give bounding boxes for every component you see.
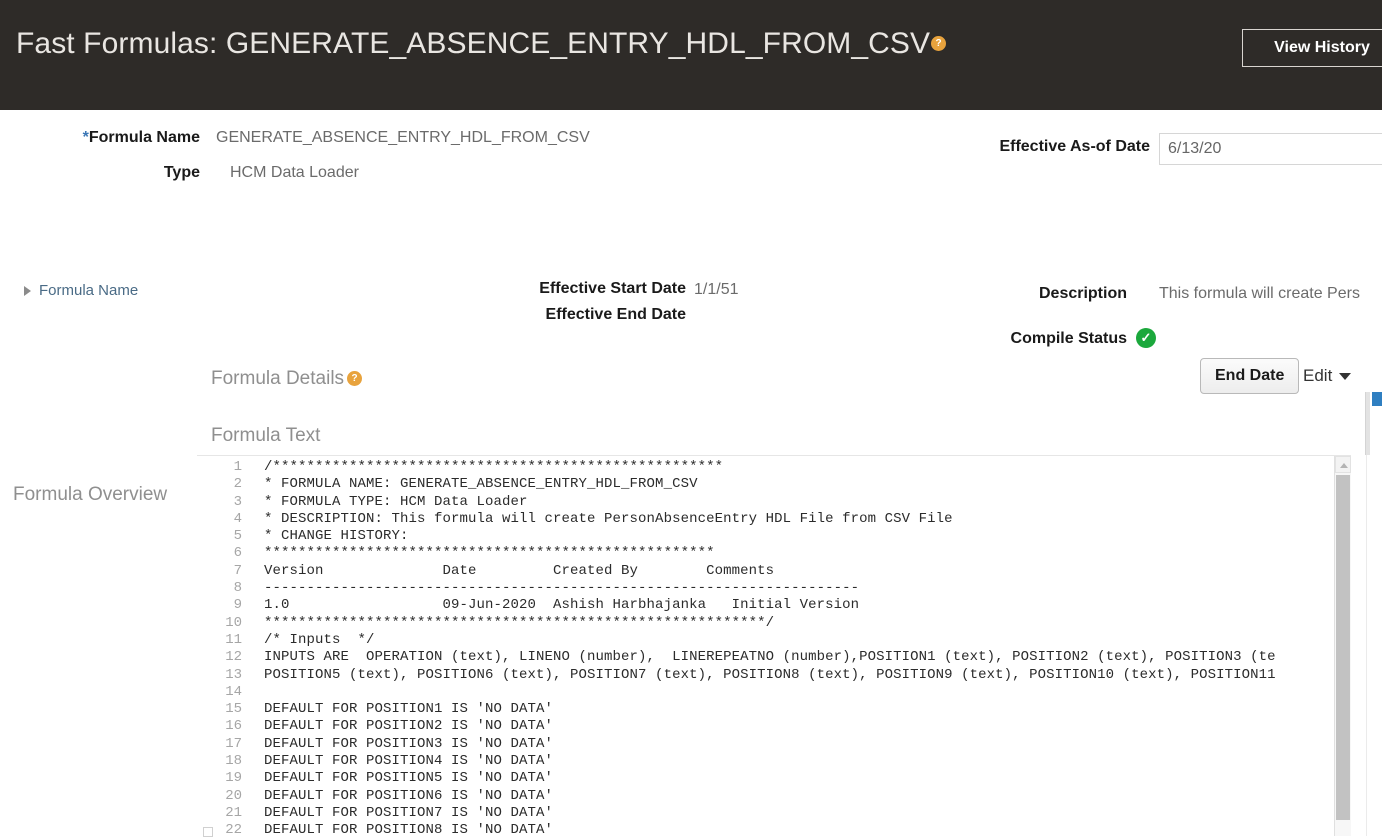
description-value: This formula will create Pers — [1159, 285, 1360, 302]
editor-code-line[interactable]: INPUTS ARE OPERATION (text), LINENO (num… — [264, 649, 1365, 666]
editor-line-number: 10 — [225, 614, 242, 631]
editor-line-number: 18 — [225, 753, 242, 770]
edit-menu-button[interactable]: Edit — [1303, 366, 1352, 386]
editor-line-number: 4 — [233, 510, 242, 527]
editor-line-number: 16 — [225, 718, 242, 735]
formula-name-label: *Formula Name — [0, 129, 200, 147]
editor-code-line[interactable]: * CHANGE HISTORY: — [264, 528, 1365, 545]
editor-line-number: 21 — [225, 804, 242, 821]
view-history-button[interactable]: View History — [1242, 29, 1382, 67]
editor-line-number: 6 — [233, 545, 242, 562]
effective-asof-date-input[interactable] — [1159, 133, 1382, 165]
page-scrollbar-track[interactable] — [1365, 392, 1370, 462]
editor-code-line[interactable] — [264, 684, 1365, 701]
description-label: Description — [1038, 285, 1127, 302]
tree-item-label: Formula Name — [39, 282, 139, 299]
editor-scrollbar-thumb[interactable] — [1336, 475, 1350, 820]
formula-details-subheading-text: Formula Details — [211, 368, 345, 389]
summary-panel — [0, 110, 1382, 220]
help-icon-formula-details[interactable]: ? — [347, 371, 363, 386]
editor-code-line[interactable]: /***************************************… — [264, 459, 1365, 476]
editor-code-line[interactable]: ----------------------------------------… — [264, 580, 1365, 597]
formula-name-label-text: Formula Name — [88, 129, 200, 146]
editor-line-number: 2 — [233, 476, 242, 493]
edit-menu-label: Edit — [1303, 366, 1333, 385]
check-circle-icon: ✓ — [1136, 328, 1156, 348]
editor-line-number: 1 — [233, 459, 242, 475]
editor-code-line[interactable]: DEFAULT FOR POSITION6 IS 'NO DATA' — [264, 788, 1365, 805]
editor-code-line[interactable]: DEFAULT FOR POSITION2 IS 'NO DATA' — [264, 718, 1365, 735]
editor-code-line[interactable]: DEFAULT FOR POSITION1 IS 'NO DATA' — [264, 701, 1365, 718]
effective-asof-date-label: Effective As-of Date — [999, 138, 1150, 155]
editor-code-line[interactable]: * DESCRIPTION: This formula will create … — [264, 511, 1365, 528]
page-scrollbar-thumb[interactable] — [1372, 392, 1382, 406]
editor-code-area[interactable]: /***************************************… — [249, 456, 1365, 836]
formula-text-editor[interactable]: 1 2 3 4 5 6 7 8 9 10 11 12 13 14 15 16 17 18 19 20 21 22 /***… — [197, 455, 1365, 836]
editor-line-number: 17 — [225, 735, 242, 752]
editor-line-number: 12 — [225, 649, 242, 666]
editor-code-line[interactable]: POSITION5 (text), POSITION6 (text), POSI… — [264, 667, 1365, 684]
editor-line-number: 9 — [233, 597, 242, 614]
formula-overview-heading: Formula Overview — [13, 484, 168, 505]
editor-code-line[interactable]: * FORMULA TYPE: HCM Data Loader — [264, 494, 1365, 511]
editor-right-border — [1366, 455, 1367, 836]
effective-start-date-label: Effective Start Date — [539, 280, 686, 297]
editor-line-number: 7 — [233, 562, 242, 579]
scroll-up-arrow-icon[interactable] — [1335, 456, 1351, 473]
type-label: Type — [163, 164, 200, 181]
editor-code-line[interactable]: Version Date Created By Comments — [264, 563, 1365, 580]
editor-code-line[interactable]: /* Inputs */ — [264, 632, 1365, 649]
editor-vertical-scrollbar[interactable] — [1334, 456, 1351, 836]
editor-code-line[interactable]: DEFAULT FOR POSITION7 IS 'NO DATA' — [264, 805, 1365, 822]
formula-text-label: Formula Text — [211, 425, 321, 446]
editor-line-number: 20 — [225, 787, 242, 804]
editor-code-line[interactable]: DEFAULT FOR POSITION8 IS 'NO DATA' — [264, 822, 1365, 836]
editor-line-number-gutter: 1 2 3 4 5 6 7 8 9 10 11 12 13 14 15 16 17 18 19 20 21 22 — [197, 456, 249, 836]
editor-line-number: 8 — [233, 580, 242, 597]
editor-code-line[interactable]: DEFAULT FOR POSITION3 IS 'NO DATA' — [264, 736, 1365, 753]
formula-name-value: GENERATE_ABSENCE_ENTRY_HDL_FROM_CSV — [216, 129, 590, 146]
editor-line-number: 15 — [225, 701, 242, 718]
editor-code-line[interactable]: * FORMULA NAME: GENERATE_ABSENCE_ENTRY_H… — [264, 476, 1365, 493]
formula-details-subheading: Formula Details? — [211, 368, 363, 390]
tree-item-formula-name[interactable]: Formula Name — [24, 282, 138, 299]
type-value: HCM Data Loader — [230, 164, 359, 181]
page-title-text: Fast Formulas: GENERATE_ABSENCE_ENTRY_HD… — [16, 27, 931, 60]
end-date-button[interactable]: End Date — [1200, 358, 1300, 394]
effective-start-date-value: 1/1/51 — [694, 281, 739, 298]
editor-code-line[interactable]: 1.0 09-Jun-2020 Ashish Harbhajanka Initi… — [264, 597, 1365, 614]
editor-code-line[interactable]: DEFAULT FOR POSITION5 IS 'NO DATA' — [264, 770, 1365, 787]
editor-line-number: 11 — [225, 631, 242, 648]
editor-line-number: 3 — [233, 493, 242, 510]
editor-code-line[interactable]: ****************************************… — [264, 545, 1365, 562]
page-title: Fast Formulas: GENERATE_ABSENCE_ENTRY_HD… — [16, 27, 947, 61]
editor-line-number: 19 — [225, 770, 242, 787]
help-icon[interactable]: ? — [931, 36, 947, 51]
editor-line-number: 14 — [225, 683, 242, 700]
chevron-down-icon[interactable] — [1339, 372, 1352, 380]
effective-end-date-label: Effective End Date — [545, 306, 686, 323]
chevron-right-icon[interactable] — [24, 285, 31, 296]
app-header: Fast Formulas: GENERATE_ABSENCE_ENTRY_HD… — [0, 0, 1382, 110]
compile-status-label: Compile Status — [1010, 330, 1127, 347]
editor-code-line[interactable]: DEFAULT FOR POSITION4 IS 'NO DATA' — [264, 753, 1365, 770]
editor-line-number: 13 — [225, 666, 242, 683]
editor-line-number: 5 — [233, 528, 242, 545]
editor-code-line[interactable]: ****************************************… — [264, 615, 1365, 632]
